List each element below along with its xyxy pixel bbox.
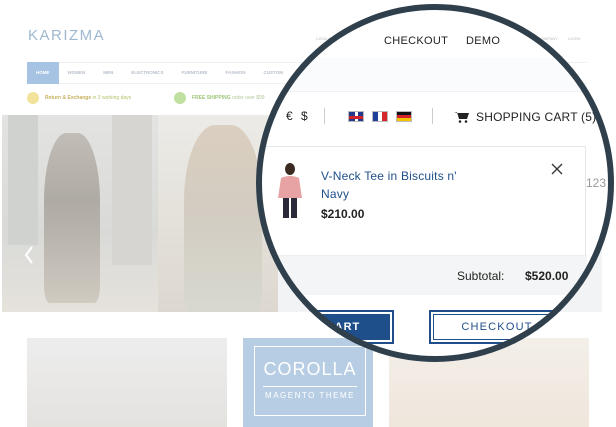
free-shipping-promo: FREE SHIPPING order over $99 [174,92,265,104]
flag-uk-icon[interactable] [348,111,364,122]
corolla-title: COROLLA [263,359,357,379]
remove-item-icon[interactable] [551,163,563,175]
return-icon [27,92,39,104]
shopping-cart-icon[interactable] [454,111,469,123]
magnifier-lens: ABOUT CHECKOUT DEMO € $ SHOPPING CART (5… [256,4,614,362]
promo-banner-men[interactable] [27,338,227,427]
flag-fr-icon[interactable] [372,111,388,122]
view-cart-button[interactable]: CART [256,310,394,344]
return-exchange-promo: Return & Exchange in 3 working days [27,92,131,104]
hero-slide-street [2,115,158,312]
magnified-nav-strip [256,58,614,92]
nav-item-furniture[interactable]: FURNITURE [173,62,217,84]
side-partial-text: 123 [586,176,607,190]
magnified-top-bar: ABOUT CHECKOUT DEMO [256,4,614,58]
store-logo[interactable]: KARIZMA [28,27,105,44]
shopping-cart-toggle[interactable]: SHOPPING CART (5) [476,110,596,124]
demo-top-link[interactable]: DEMO [466,35,500,47]
cart-item-name[interactable]: V-Neck Tee in Biscuits n' Navy [321,167,481,203]
nav-item-men[interactable]: MEN [94,62,122,84]
divider [324,108,325,124]
subtotal-label: Subtotal: [457,269,505,283]
return-promo-text: in 3 working days [92,95,132,101]
nav-item-women[interactable]: WOMEN [59,62,95,84]
currency-euro[interactable]: € [286,109,293,123]
subtotal-value: $520.00 [525,269,569,283]
checkout-button[interactable]: CHECKOUT [429,310,565,344]
product-thumbnail[interactable] [275,162,305,222]
cart-item-count-text: ms [265,269,281,283]
corolla-subtitle: MAGENTO THEME [263,386,357,400]
checkout-top-link[interactable]: CHECKOUT [384,35,448,47]
flag-de-icon[interactable] [396,111,412,122]
shipping-promo-title: FREE SHIPPING [192,95,231,101]
currency-dollar[interactable]: $ [301,109,308,123]
nav-item-fashion[interactable]: FASHION [217,62,255,84]
corolla-banner-frame: COROLLA MAGENTO THEME [254,346,366,416]
slider-prev-icon[interactable] [24,246,34,264]
nav-item-home[interactable]: HOME [27,62,59,84]
faint-top-link[interactable]: ABOUT [314,38,328,43]
cart-item-price: $210.00 [321,207,365,221]
divider [432,108,433,124]
mini-cart-dropdown: V-Neck Tee in Biscuits n' Navy $210.00 m… [257,146,587,295]
shipping-icon [174,92,186,104]
nav-item-electronics[interactable]: ELECTRONICS [122,62,172,84]
screenshot-stage: KARIZMA CATALOG BLOG COMPANY LOGIN HOME … [0,0,616,427]
return-promo-title: Return & Exchange [45,95,92,101]
